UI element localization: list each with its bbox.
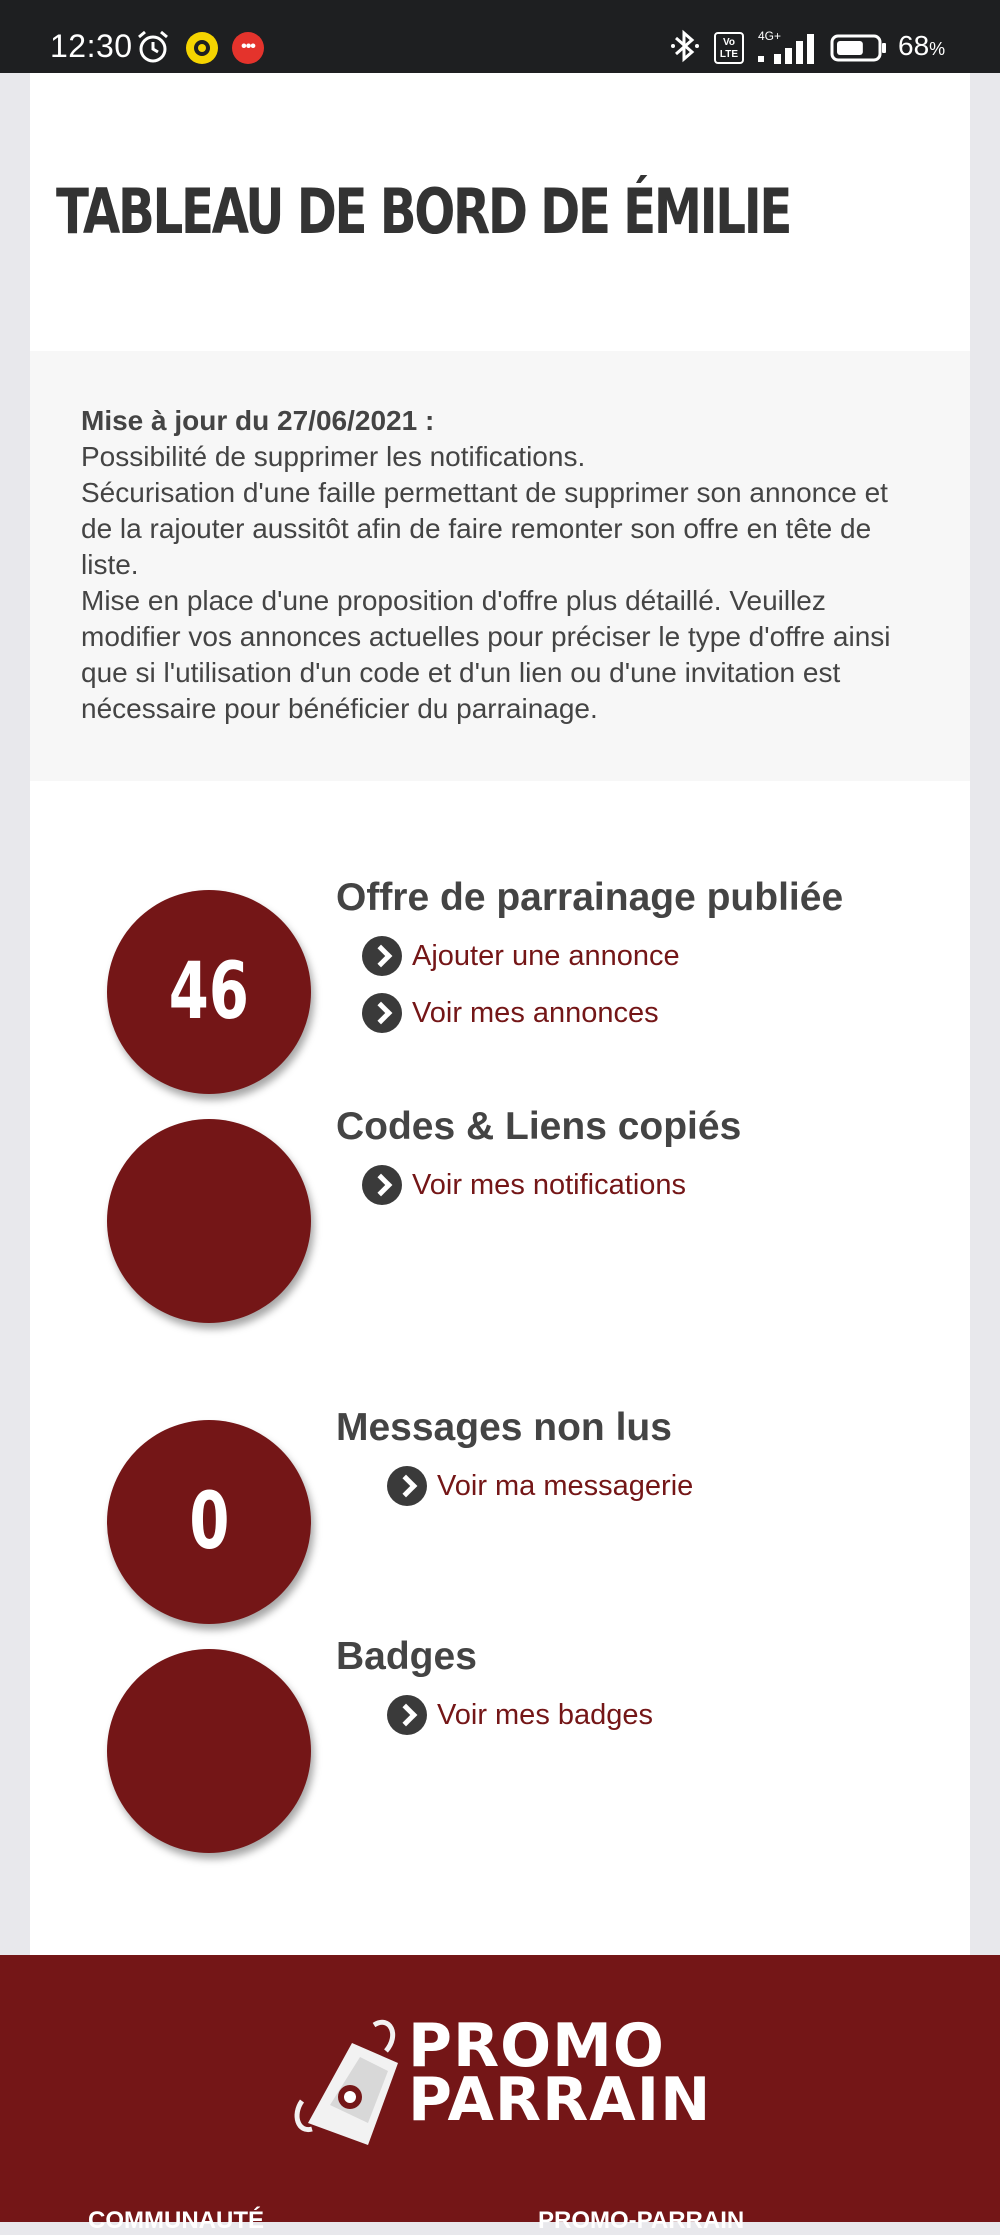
chevron-right-icon <box>387 1466 427 1506</box>
count-circle <box>107 1119 311 1323</box>
dashboard-card: TABLEAU DE BORD DE ÉMILIE Mise à jour du… <box>30 73 970 1955</box>
link-label: Voir mes badges <box>437 1698 654 1731</box>
count-value: 0 <box>188 1477 230 1567</box>
stat-title: Messages non lus <box>336 1406 672 1449</box>
chevron-right-icon <box>387 1695 427 1735</box>
footer: PROMO PARRAIN COMMUNAUTÉ PROMO-PARRAIN <box>0 1955 1000 2234</box>
clock: 12:30 <box>50 28 133 64</box>
footer-col-community: COMMUNAUTÉ <box>88 2207 264 2234</box>
update-line: Mise en place d'une proposition d'offre … <box>81 585 891 724</box>
add-listing-link[interactable]: Ajouter une annonce <box>362 936 680 976</box>
page-title: TABLEAU DE BORD DE ÉMILIE <box>56 175 792 248</box>
signal-icon: 4G+ <box>758 29 814 64</box>
count-circle: 0 <box>107 1420 311 1624</box>
view-messages-link[interactable]: Voir ma messagerie <box>387 1466 693 1506</box>
view-notifications-link[interactable]: Voir mes notifications <box>362 1165 686 1205</box>
count-circle: 46 <box>107 890 311 1094</box>
chevron-right-icon <box>362 936 402 976</box>
count-circle <box>107 1649 311 1853</box>
battery-value: 68 <box>898 30 930 61</box>
link-label: Voir mes annonces <box>412 996 659 1029</box>
alarm-icon <box>138 30 168 63</box>
promo-parrain-logo[interactable]: PROMO PARRAIN <box>290 2005 730 2155</box>
yellow-ring-app-icon <box>186 32 218 64</box>
chevron-right-icon <box>362 993 402 1033</box>
link-label: Ajouter une annonce <box>412 939 680 972</box>
status-bar: 12:30 ••• Vo LTE 4G+ 68% <box>0 0 1000 73</box>
logo-line-2: PARRAIN <box>408 2065 712 2135</box>
chevron-right-icon <box>362 1165 402 1205</box>
update-title: Mise à jour du 27/06/2021 : <box>81 405 435 436</box>
footer-columns: COMMUNAUTÉ PROMO-PARRAIN <box>0 2207 1000 2234</box>
update-line: Sécurisation d'une faille permettant de … <box>81 477 888 580</box>
view-listings-link[interactable]: Voir mes annonces <box>362 993 659 1033</box>
more-dots-icon: ••• <box>232 32 264 64</box>
stat-title: Codes & Liens copiés <box>336 1105 742 1148</box>
battery-percentage: 68% <box>898 30 945 62</box>
update-notice: Mise à jour du 27/06/2021 : Possibilité … <box>30 351 970 781</box>
link-label: Voir mes notifications <box>412 1168 687 1201</box>
stat-title: Offre de parrainage publiée <box>336 876 844 919</box>
view-badges-link[interactable]: Voir mes badges <box>387 1695 653 1735</box>
update-line: Possibilité de supprimer les notificatio… <box>81 441 586 472</box>
bluetooth-icon <box>671 29 699 63</box>
footer-col-promo: PROMO-PARRAIN <box>538 2207 745 2234</box>
network-type-label: 4G+ <box>758 29 781 43</box>
stat-title: Badges <box>336 1635 477 1678</box>
volte-icon: Vo LTE <box>714 32 744 64</box>
tag-logo-icon <box>294 2020 398 2145</box>
count-value: 46 <box>168 947 250 1037</box>
battery-unit: % <box>929 39 946 59</box>
battery-icon <box>830 34 886 62</box>
title-band: TABLEAU DE BORD DE ÉMILIE <box>30 73 970 351</box>
link-label: Voir ma messagerie <box>437 1469 694 1502</box>
